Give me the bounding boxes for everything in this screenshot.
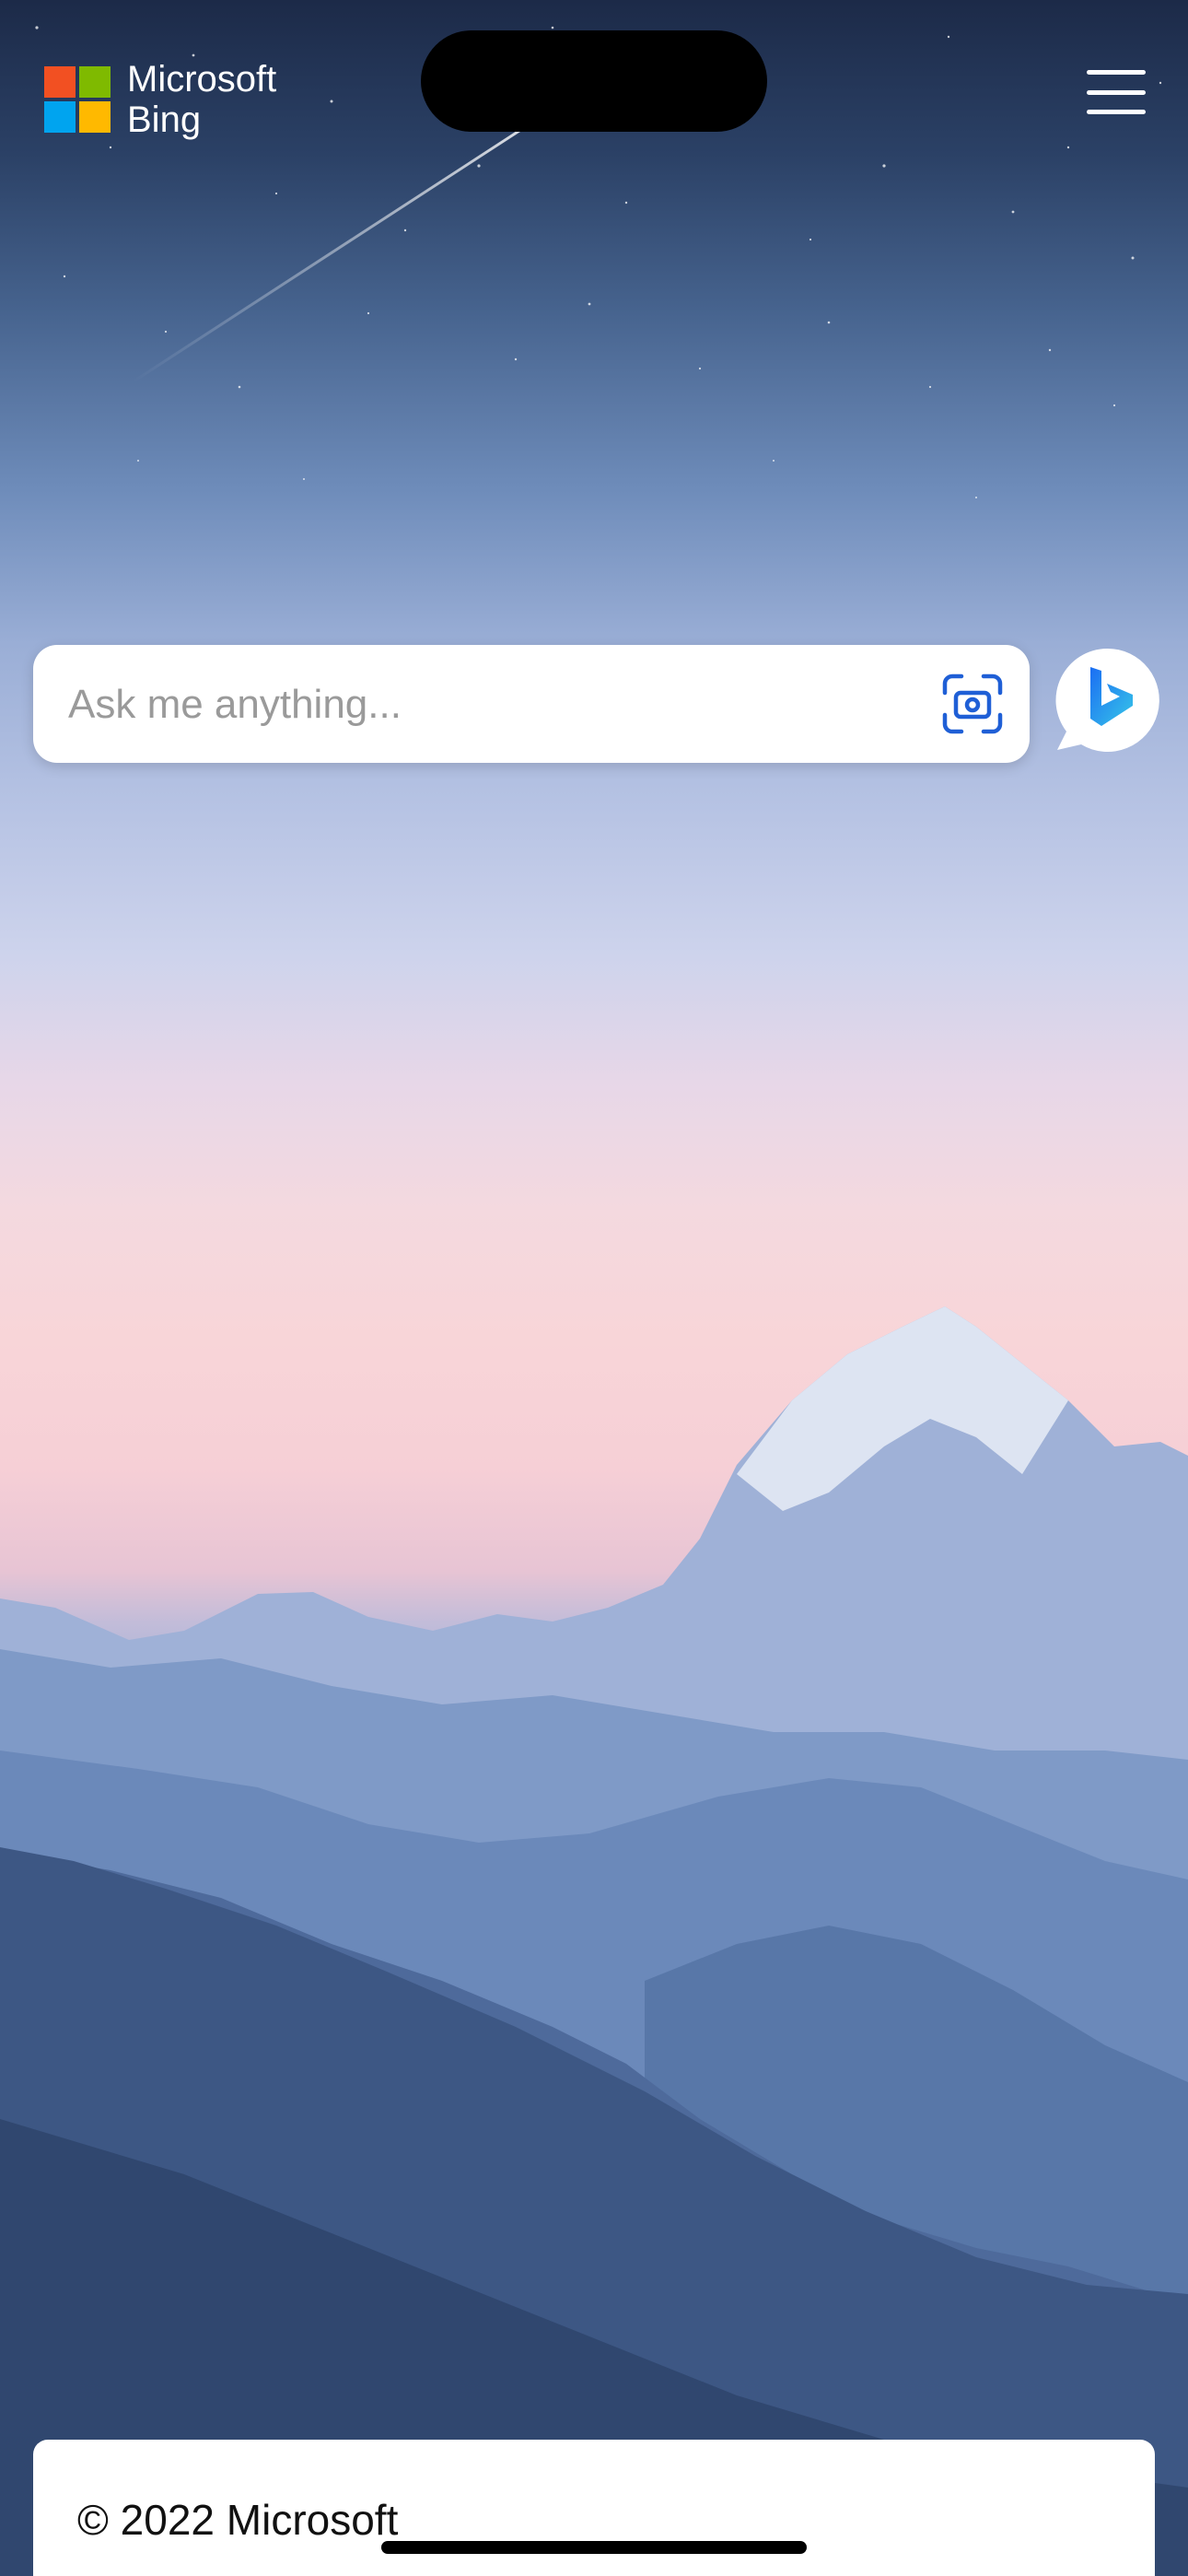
- logo-square-yellow: [79, 101, 111, 133]
- hamburger-menu-icon[interactable]: [1087, 70, 1146, 114]
- visual-search-camera-icon[interactable]: [941, 673, 1004, 735]
- bing-chat-icon[interactable]: [1054, 647, 1160, 754]
- microsoft-bing-logo[interactable]: Microsoft Bing: [44, 59, 276, 140]
- logo-square-blue: [44, 101, 76, 133]
- menu-bar: [1087, 110, 1146, 114]
- home-indicator[interactable]: [381, 2541, 807, 2554]
- dynamic-island: [421, 30, 767, 132]
- microsoft-logo-icon: [44, 66, 111, 133]
- search-input[interactable]: [66, 645, 899, 765]
- footer-card: © 2022 Microsoft: [33, 2440, 1155, 2576]
- logo-text: Microsoft Bing: [127, 59, 276, 140]
- logo-text-line2: Bing: [127, 100, 202, 140]
- search-box: [33, 645, 1030, 765]
- menu-bar: [1087, 70, 1146, 75]
- logo-square-red: [44, 66, 76, 98]
- logo-square-green: [79, 66, 111, 98]
- menu-bar: [1087, 89, 1146, 95]
- background-landscape: [0, 0, 1188, 2576]
- copyright-text: © 2022 Microsoft: [77, 2496, 399, 2544]
- mountains: [0, 1306, 1188, 2576]
- logo-text-line1: Microsoft: [127, 59, 277, 100]
